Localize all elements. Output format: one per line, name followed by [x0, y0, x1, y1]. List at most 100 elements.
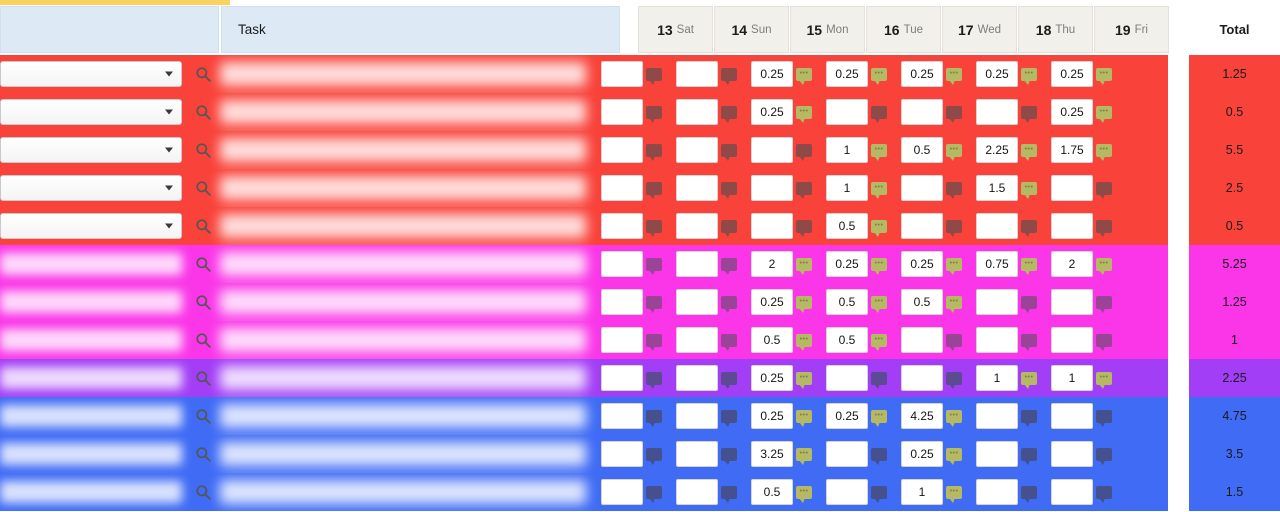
hours-input[interactable]: [601, 441, 643, 467]
comment-bubble-icon[interactable]: •••: [871, 181, 887, 199]
day-header-thu[interactable]: 18 Thu: [1018, 6, 1093, 53]
search-icon[interactable]: [186, 93, 220, 131]
project-cell[interactable]: [0, 93, 186, 131]
hours-input[interactable]: 0.25: [751, 289, 793, 315]
hours-input[interactable]: [601, 403, 643, 429]
task-name-redacted[interactable]: [220, 442, 586, 466]
comment-bubble-icon[interactable]: •••: [946, 67, 962, 85]
hours-input[interactable]: 1: [826, 175, 868, 201]
hours-input[interactable]: 0.5: [751, 327, 793, 353]
project-cell[interactable]: [0, 473, 186, 511]
comment-bubble-icon[interactable]: [946, 219, 962, 237]
comment-bubble-icon[interactable]: •••: [796, 295, 812, 313]
hours-input[interactable]: [976, 327, 1018, 353]
hours-input[interactable]: [751, 137, 793, 163]
task-cell[interactable]: [220, 321, 594, 359]
project-name-redacted[interactable]: [0, 405, 182, 427]
comment-bubble-icon[interactable]: [646, 257, 662, 275]
comment-bubble-icon[interactable]: [1096, 485, 1112, 503]
hours-input[interactable]: [901, 327, 943, 353]
hours-input[interactable]: [601, 327, 643, 353]
hours-input[interactable]: 1: [901, 479, 943, 505]
comment-bubble-icon[interactable]: [1021, 485, 1037, 503]
comment-bubble-icon[interactable]: [1021, 447, 1037, 465]
comment-bubble-icon[interactable]: •••: [871, 409, 887, 427]
hours-input[interactable]: 1: [1051, 365, 1093, 391]
task-name-redacted[interactable]: [220, 480, 586, 504]
hours-input[interactable]: 0.25: [1051, 61, 1093, 87]
task-name-redacted[interactable]: [220, 214, 586, 238]
comment-bubble-icon[interactable]: [796, 181, 812, 199]
comment-bubble-icon[interactable]: •••: [1021, 143, 1037, 161]
task-cell[interactable]: [220, 397, 594, 435]
comment-bubble-icon[interactable]: [646, 333, 662, 351]
comment-bubble-icon[interactable]: •••: [796, 333, 812, 351]
comment-bubble-icon[interactable]: [721, 371, 737, 389]
project-cell[interactable]: [0, 207, 186, 245]
hours-input[interactable]: [976, 441, 1018, 467]
comment-bubble-icon[interactable]: [646, 485, 662, 503]
comment-bubble-icon[interactable]: •••: [946, 447, 962, 465]
comment-bubble-icon[interactable]: [646, 181, 662, 199]
hours-input[interactable]: 0.5: [826, 289, 868, 315]
comment-bubble-icon[interactable]: •••: [946, 143, 962, 161]
hours-input[interactable]: [1051, 289, 1093, 315]
hours-input[interactable]: [976, 479, 1018, 505]
comment-bubble-icon[interactable]: [721, 295, 737, 313]
comment-bubble-icon[interactable]: •••: [946, 295, 962, 313]
task-name-redacted[interactable]: [220, 290, 586, 314]
comment-bubble-icon[interactable]: [1096, 295, 1112, 313]
hours-input[interactable]: 0.25: [1051, 99, 1093, 125]
comment-bubble-icon[interactable]: [1096, 333, 1112, 351]
project-cell[interactable]: [0, 435, 186, 473]
task-cell[interactable]: [220, 435, 594, 473]
comment-bubble-icon[interactable]: [796, 143, 812, 161]
search-icon[interactable]: [186, 321, 220, 359]
comment-bubble-icon[interactable]: [1096, 409, 1112, 427]
hours-input[interactable]: [676, 365, 718, 391]
task-cell[interactable]: [220, 245, 594, 283]
hours-input[interactable]: [676, 327, 718, 353]
task-cell[interactable]: [220, 359, 594, 397]
project-cell[interactable]: [0, 359, 186, 397]
hours-input[interactable]: [676, 61, 718, 87]
project-name-redacted[interactable]: [0, 367, 182, 389]
hours-input[interactable]: [901, 175, 943, 201]
hours-input[interactable]: [976, 213, 1018, 239]
comment-bubble-icon[interactable]: [946, 333, 962, 351]
hours-input[interactable]: [826, 365, 868, 391]
hours-input[interactable]: [676, 403, 718, 429]
comment-bubble-icon[interactable]: [646, 143, 662, 161]
task-name-redacted[interactable]: [220, 138, 586, 162]
day-header-sat[interactable]: 13 Sat: [638, 6, 713, 53]
project-select[interactable]: [0, 137, 182, 163]
hours-input[interactable]: [676, 99, 718, 125]
hours-input[interactable]: [1051, 479, 1093, 505]
comment-bubble-icon[interactable]: •••: [796, 447, 812, 465]
hours-input[interactable]: [1051, 327, 1093, 353]
comment-bubble-icon[interactable]: [871, 485, 887, 503]
comment-bubble-icon[interactable]: [721, 257, 737, 275]
project-cell[interactable]: [0, 55, 186, 93]
comment-bubble-icon[interactable]: [646, 67, 662, 85]
comment-bubble-icon[interactable]: •••: [871, 333, 887, 351]
hours-input[interactable]: [676, 251, 718, 277]
project-name-redacted[interactable]: [0, 481, 182, 503]
comment-bubble-icon[interactable]: •••: [946, 409, 962, 427]
hours-input[interactable]: [1051, 175, 1093, 201]
hours-input[interactable]: 3.25: [751, 441, 793, 467]
hours-input[interactable]: [601, 289, 643, 315]
task-cell[interactable]: [220, 55, 594, 93]
comment-bubble-icon[interactable]: [646, 447, 662, 465]
project-cell[interactable]: [0, 245, 186, 283]
hours-input[interactable]: 0.5: [901, 137, 943, 163]
search-icon[interactable]: [186, 359, 220, 397]
comment-bubble-icon[interactable]: •••: [871, 257, 887, 275]
hours-input[interactable]: 1: [826, 137, 868, 163]
hours-input[interactable]: 2.25: [976, 137, 1018, 163]
hours-input[interactable]: [976, 99, 1018, 125]
hours-input[interactable]: 0.25: [826, 403, 868, 429]
hours-input[interactable]: [676, 137, 718, 163]
comment-bubble-icon[interactable]: [946, 181, 962, 199]
task-name-redacted[interactable]: [220, 328, 586, 352]
